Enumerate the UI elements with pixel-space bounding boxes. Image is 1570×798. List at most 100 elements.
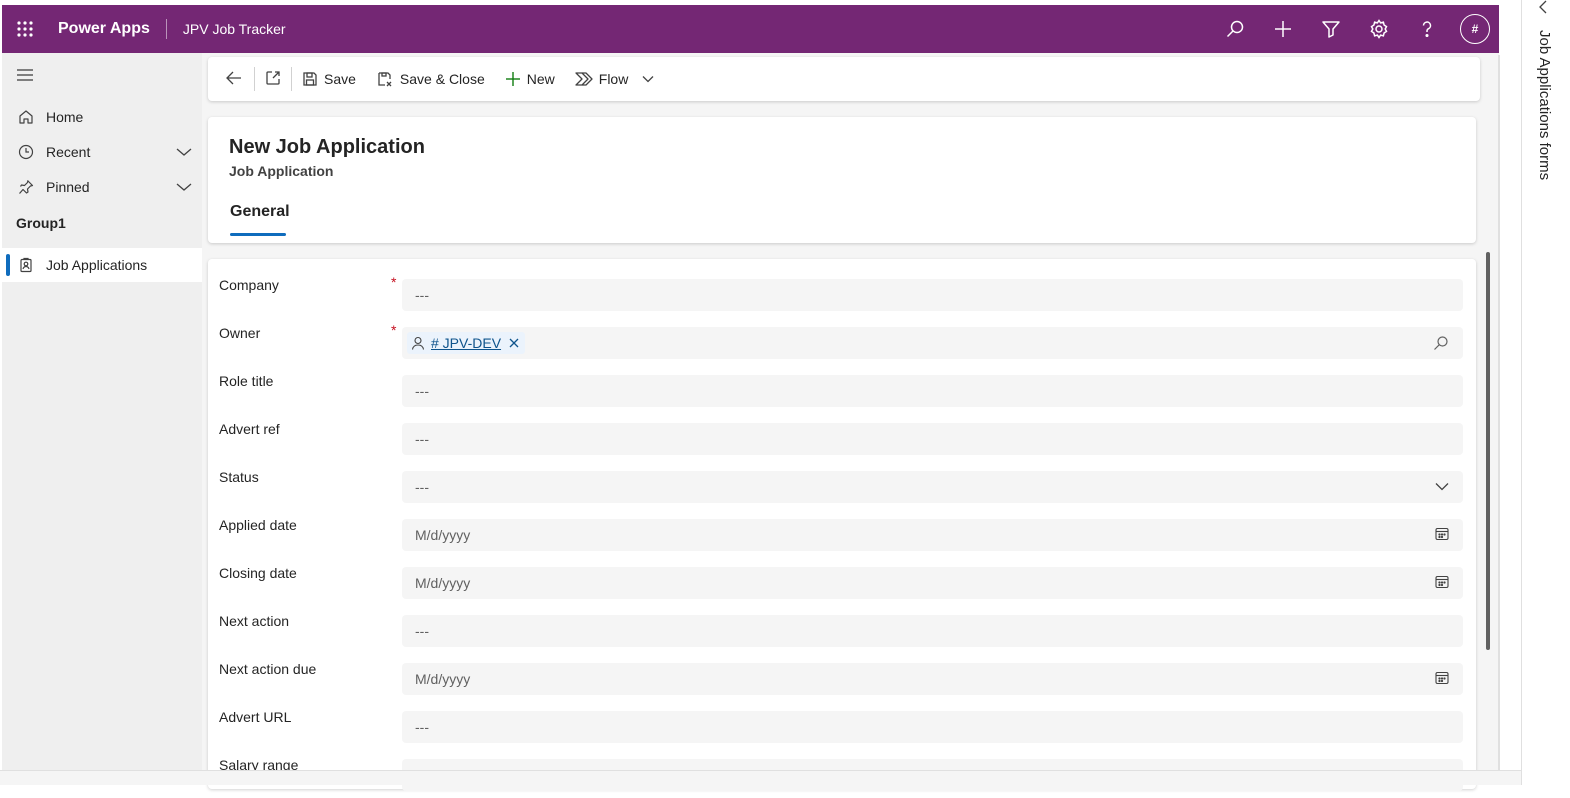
settings-icon[interactable] [1355,5,1403,53]
field-label: Company [219,277,279,293]
field-label: Advert URL [219,709,292,725]
calendar-icon[interactable] [1435,575,1449,589]
tab-selected-indicator [230,233,286,236]
remove-icon[interactable] [509,338,519,348]
nav-item-label: Home [46,109,84,125]
field-value: --- [415,383,429,399]
search-icon[interactable] [1211,5,1259,53]
app-name[interactable]: Power Apps [48,19,167,39]
next-action-due-input[interactable]: M/d/yyyy [402,663,1463,695]
calendar-icon[interactable] [1435,671,1449,685]
advert-url-input[interactable]: --- [402,711,1463,743]
search-icon[interactable] [1433,335,1449,351]
field-company: Company * --- [208,270,1476,318]
field-label: Advert ref [219,421,280,437]
new-button[interactable]: New [495,57,565,101]
flow-button[interactable]: Flow [565,57,665,101]
pin-icon [2,179,46,195]
owner-lookup[interactable]: # JPV-DEV [402,327,1463,359]
filter-icon[interactable] [1307,5,1355,53]
chevron-down-icon[interactable] [1435,482,1449,491]
app-launcher-icon[interactable] [2,5,48,53]
add-icon [505,71,521,87]
new-label: New [526,71,555,87]
hamburger-icon[interactable] [16,67,36,83]
applied-date-input[interactable]: M/d/yyyy [402,519,1463,551]
field-closing-date: Closing date M/d/yyyy [208,558,1476,606]
field-next-action: Next action --- [208,606,1476,654]
owner-link[interactable]: # JPV-DEV [431,335,501,351]
chevron-down-icon[interactable] [166,147,202,157]
top-bar-actions: # [1211,5,1499,53]
open-new-window-button[interactable] [255,57,291,101]
arrow-left-icon [226,71,242,88]
command-bar: Save Save & Close New Flow [208,57,1480,101]
save-close-icon [376,70,394,88]
chevron-down-icon[interactable] [642,75,654,83]
advert-ref-input[interactable]: --- [402,423,1463,455]
form-entity-name: Job Application [229,163,334,179]
form-title: New Job Application [229,136,425,158]
back-button[interactable] [208,57,254,101]
scrollbar-track [1498,55,1500,775]
nav-item-label: Pinned [46,179,90,195]
environment-name[interactable]: JPV Job Tracker [167,21,286,37]
site-map-nav: Home Recent Pinned Group1 Job Applicatio… [2,53,202,785]
save-label: Save [324,71,356,87]
field-value: M/d/yyyy [415,671,471,687]
nav-item-job-applications[interactable]: Job Applications [2,248,202,282]
nav-group-title: Group1 [16,215,66,231]
field-label: Next action due [219,661,317,677]
save-and-close-label: Save & Close [399,71,485,87]
field-label: Role title [219,373,274,389]
flow-icon [575,71,593,87]
selected-indicator [6,254,10,276]
top-bar: Power Apps JPV Job Tracker # [2,5,1499,53]
field-applied-date: Applied date M/d/yyyy [208,510,1476,558]
help-icon[interactable] [1403,5,1451,53]
clock-icon [2,144,46,160]
field-value: M/d/yyyy [415,527,471,543]
calendar-icon[interactable] [1435,527,1449,541]
scrollbar-thumb[interactable] [1486,252,1490,650]
open-in-new-window-icon [265,70,281,89]
form-body: Company * --- Owner * # JPV-DEV Role tit… [208,259,1476,791]
avatar-initials: # [1460,14,1490,44]
field-advert-ref: Advert ref --- [208,414,1476,462]
field-label: Applied date [219,517,297,533]
home-icon [2,109,46,125]
next-action-input[interactable]: --- [402,615,1463,647]
field-value: --- [415,431,429,447]
side-pane-title[interactable]: Job Applications forms [1536,30,1553,180]
tab-general[interactable]: General [230,203,290,221]
chevron-down-icon[interactable] [166,182,202,192]
owner-tag[interactable]: # JPV-DEV [407,332,526,354]
field-value: M/d/yyyy [415,575,471,591]
nav-item-home[interactable]: Home [2,100,202,134]
nav-item-pinned[interactable]: Pinned [2,170,202,204]
required-indicator: * [391,322,397,338]
nav-item-recent[interactable]: Recent [2,135,202,169]
closing-date-input[interactable]: M/d/yyyy [402,567,1463,599]
field-status: Status --- [208,462,1476,510]
forms-side-pane: Job Applications forms [1521,0,1570,785]
company-input[interactable]: --- [402,279,1463,311]
chevron-left-icon[interactable] [1538,0,1548,19]
status-select[interactable]: --- [402,471,1463,503]
save-and-close-button[interactable]: Save & Close [366,57,495,101]
field-advert-url: Advert URL --- [208,702,1476,750]
field-owner: Owner * # JPV-DEV [208,318,1476,366]
field-value: --- [415,719,429,735]
field-value: --- [415,623,429,639]
field-label: Closing date [219,565,297,581]
user-avatar[interactable]: # [1451,5,1499,53]
role-title-input[interactable]: --- [402,375,1463,407]
save-button[interactable]: Save [292,57,366,101]
field-role-title: Role title --- [208,366,1476,414]
save-icon [302,71,318,87]
bottom-strip [0,770,1570,785]
nav-item-label: Job Applications [46,257,148,273]
field-label: Next action [219,613,290,629]
add-icon[interactable] [1259,5,1307,53]
person-icon [411,336,425,350]
